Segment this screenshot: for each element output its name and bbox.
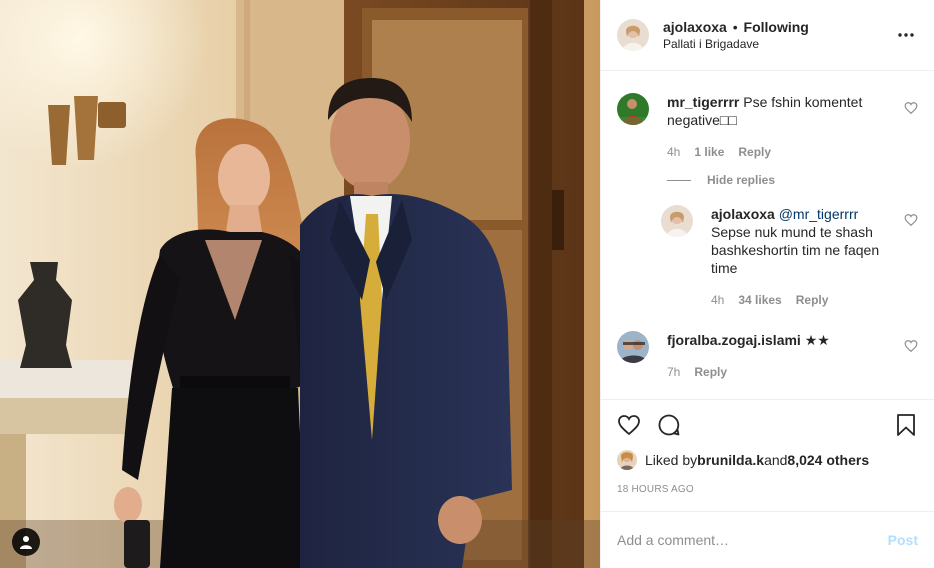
reply-text-line: ajolaxoxa @mr_tigerrrr Sepse nuk mund te… [711,205,890,277]
heart-icon[interactable] [904,213,918,227]
reply-likes[interactable]: 34 likes [738,291,781,309]
header-line: ajolaxoxa • Following [663,18,894,36]
heart-icon[interactable] [904,339,918,353]
reply-username[interactable]: ajolaxoxa [711,206,775,222]
reply-reply-button[interactable]: Reply [796,291,829,309]
post-actions-section: Liked by brunilda.k and 8,024 others 18 … [601,399,934,511]
reply-time[interactable]: 4h [711,291,724,309]
comment-item: fjoralba.zogaj.islami ★★ 7h Reply [617,331,918,381]
user-tags-button[interactable] [12,528,40,556]
comment-meta: 4h 1 like Reply [667,143,890,161]
liked-by-others[interactable]: 8,024 others [787,452,869,468]
heart-icon[interactable] [617,413,641,437]
post-header: ajolaxoxa • Following Pallati i Brigadav… [601,0,934,71]
follow-status-button[interactable]: Following [744,19,809,35]
comment-body: mr_tigerrrr Pse fshin komentet negative□… [667,93,918,161]
comment-item: mr_tigerrrr Pse fshin komentet negative□… [617,93,918,161]
owner-username[interactable]: ajolaxoxa [663,19,727,35]
liked-by-user[interactable]: brunilda.k [697,452,764,468]
liked-by-prefix: Liked by [645,452,698,468]
commenter-avatar[interactable] [617,93,649,125]
comment-time[interactable]: 7h [667,363,680,381]
reply-meta: 4h 34 likes Reply [711,291,890,309]
header-names: ajolaxoxa • Following Pallati i Brigadav… [663,18,894,52]
more-horizontal-icon [898,33,914,37]
post-sidebar: ajolaxoxa • Following Pallati i Brigadav… [600,0,934,568]
comment-time[interactable]: 4h [667,143,680,161]
reply-avatar[interactable] [661,205,693,237]
reply-body: ajolaxoxa @mr_tigerrrr Sepse nuk mund te… [711,205,918,309]
comment-body: fjoralba.zogaj.islami ★★ 7h Reply [667,331,918,381]
hide-replies-line [667,179,691,181]
reply-text: Sepse nuk mund te shash bashkeshortin ti… [711,224,880,276]
post-location[interactable]: Pallati i Brigadave [663,36,894,52]
comment-likes[interactable]: 1 like [694,143,724,161]
commenter-username[interactable]: mr_tigerrrr [667,94,739,110]
header-separator: • [732,19,738,35]
add-comment-form: Post [601,511,934,568]
comment-text-line: mr_tigerrrr Pse fshin komentet negative□… [667,93,890,129]
commenter-avatar[interactable] [617,331,649,363]
more-options-button[interactable] [894,23,918,47]
reply-item: ajolaxoxa @mr_tigerrrr Sepse nuk mund te… [661,205,918,309]
comment-text-line: fjoralba.zogaj.islami ★★ [667,331,890,349]
liked-by-row: Liked by brunilda.k and 8,024 others [617,450,918,470]
post-image [0,0,600,568]
user-tag-icon [20,536,32,549]
hide-replies-button[interactable]: Hide replies [667,173,918,187]
heart-icon[interactable] [904,101,918,115]
bookmark-icon[interactable] [894,413,918,437]
post-comment-button[interactable]: Post [888,532,918,548]
liker-avatar[interactable] [617,450,637,470]
post-timestamp[interactable]: 18 HOURS AGO [617,484,918,495]
comment-input[interactable] [617,532,888,548]
action-bar [617,400,918,450]
comment-text: ★★ [804,332,830,348]
post-photo [0,0,600,568]
comment-reply-button[interactable]: Reply [694,363,727,381]
comments-list: mr_tigerrrr Pse fshin komentet negative□… [601,71,934,399]
liked-by-middle: and [764,452,788,468]
owner-avatar[interactable] [617,19,649,51]
reply-mention[interactable]: @mr_tigerrrr [779,206,859,222]
comment-meta: 7h Reply [667,363,890,381]
post-modal: ajolaxoxa • Following Pallati i Brigadav… [0,0,934,568]
comment-reply-button[interactable]: Reply [738,143,771,161]
commenter-username[interactable]: fjoralba.zogaj.islami [667,332,801,348]
hide-replies-label: Hide replies [707,173,776,187]
comment-icon[interactable] [657,413,681,437]
